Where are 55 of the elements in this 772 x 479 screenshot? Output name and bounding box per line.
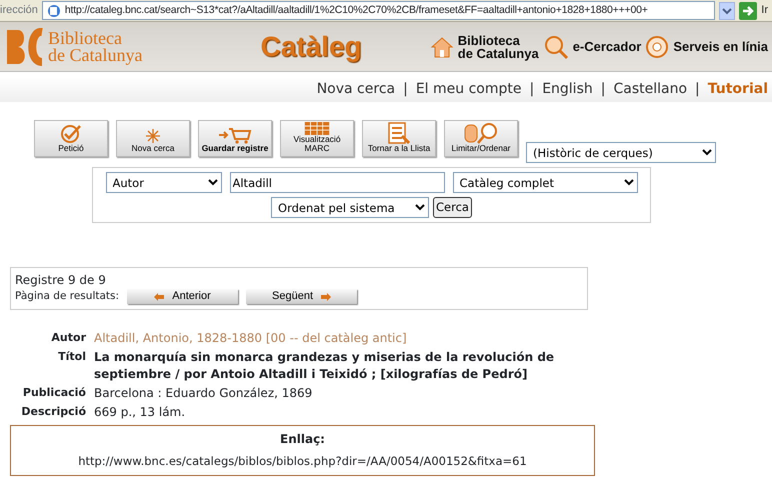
sort-select[interactable]: Ordenat pel sistema (271, 197, 430, 218)
nav-link[interactable]: English (542, 78, 593, 100)
lifebuoy-icon (645, 34, 670, 58)
checklist-icon (388, 122, 410, 144)
nav-separator: | (529, 80, 534, 98)
nav-link[interactable]: Castellano (613, 78, 688, 100)
toolbar-button[interactable]: Visualització MARC (280, 120, 354, 157)
link-url[interactable]: http://www.bnc.es/catalegs/biblos/biblos.php?dir=/AA/0054/A00152&fitxa=61 (78, 454, 527, 468)
field-label: Autor (50, 330, 86, 346)
title-text: La monarquía sin monarca grandezas y miserias de la revolución de septiembre / por Antoio Altadill i Teixidó ; [xilografías de Pedró] (94, 348, 556, 383)
go-label[interactable]: Ir (761, 2, 768, 19)
nav-separator: | (600, 80, 606, 98)
field-select[interactable]: Autor (106, 172, 222, 193)
header-link[interactable]: e-Cercador (542, 34, 642, 60)
field-value: 669 p., 13 lám. (94, 404, 186, 421)
link-heading: Enllaç: (279, 430, 326, 448)
previous-button[interactable]: Anterior (127, 289, 238, 304)
pager-label: Pàgina de resultats: (15, 289, 120, 304)
toolbar-button[interactable]: Limitar/Ordenar (444, 120, 518, 157)
field-label: Publicació (22, 384, 86, 401)
right-arrow-icon (321, 292, 332, 301)
nav-link[interactable]: El meu compte (416, 78, 522, 100)
nav-link[interactable]: Tutorial (708, 78, 768, 100)
house-icon (430, 36, 454, 58)
field-value: Barcelona : Eduardo González, 1869 (94, 384, 312, 402)
nav-link[interactable]: Nova cerca (316, 78, 396, 100)
address-label: irección (0, 3, 38, 18)
history-select[interactable]: (Històric de cerques) (526, 142, 716, 163)
check-icon (60, 124, 82, 144)
grid-icon (302, 122, 332, 135)
nav-separator: | (403, 80, 408, 98)
address-field[interactable]: http://cataleg.bnc.cat/search~S13*cat?/aAltadill/aaltadill/1%2C10%2C70%2CB/frameset&FF=aaltadill+antonio+1828+1880+++00+ (42, 1, 716, 20)
search-field[interactable]: Altadill (230, 172, 444, 193)
search-button[interactable]: Cerca (433, 197, 472, 218)
next-button[interactable]: Següent (246, 289, 358, 304)
spark-icon (145, 128, 161, 144)
toolbar-button[interactable]: Guardar registre (198, 120, 272, 157)
toolbar-button[interactable]: Nova cerca (116, 120, 190, 157)
magnifier-icon (542, 34, 569, 60)
field-label: Títol (57, 348, 86, 365)
header-link[interactable]: Biblioteca de Catalunya (430, 34, 539, 60)
cart-icon (218, 126, 252, 144)
left-arrow-icon (154, 292, 164, 301)
logo-text: Biblioteca de Catalunya (48, 30, 142, 64)
catalog-title: Catàleg (260, 30, 362, 64)
hand-magnifier-icon (463, 122, 499, 144)
page-icon (46, 4, 61, 18)
nav-separator: | (695, 80, 700, 98)
field-label: Descripció (20, 404, 86, 420)
logo-icon (4, 28, 44, 66)
header-link[interactable]: Serveis en línia (645, 34, 768, 58)
toolbar-button[interactable]: Petició (34, 120, 108, 157)
toolbar-button[interactable]: Tornar a la Llista (362, 120, 436, 157)
record-count: Registre 9 de 9 (15, 272, 107, 289)
scope-select[interactable]: Catàleg complet (452, 172, 638, 193)
